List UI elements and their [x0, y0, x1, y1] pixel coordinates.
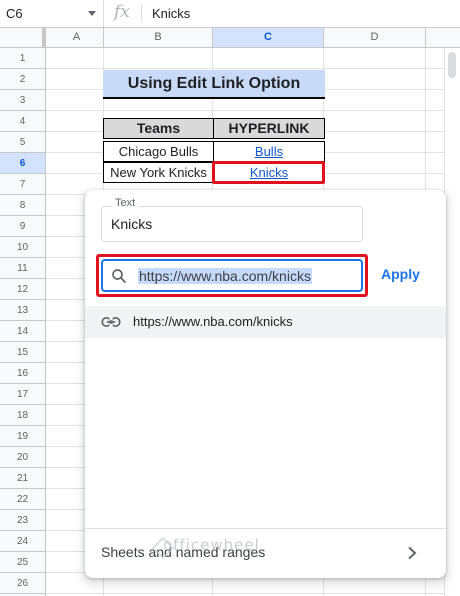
- chevron-right-icon[interactable]: [407, 546, 417, 560]
- row-header-18[interactable]: 18: [0, 405, 45, 426]
- row-header-11[interactable]: 11: [0, 258, 45, 279]
- highlight-box-cell: [212, 161, 325, 184]
- table-header-hyperlink[interactable]: HYPERLINK: [213, 118, 325, 139]
- row-header-22[interactable]: 22: [0, 489, 45, 510]
- sheet-title[interactable]: Using Edit Link Option: [103, 70, 325, 99]
- row-header-bar: 1 2 3 4 5 6 7 8 9 10 11 12 13 14 15 16 17 18 19 20 21 22 23 24 2…: [0, 48, 46, 596]
- row-header-7[interactable]: 7: [0, 174, 45, 195]
- formula-input[interactable]: Knicks: [152, 6, 190, 21]
- edit-link-popup: Text Knicks https://www.nba.com/knicks A…: [85, 190, 446, 578]
- watermark: officewheel: [163, 536, 260, 554]
- row-header-5[interactable]: 5: [0, 132, 45, 153]
- formula-divider: [141, 5, 142, 22]
- row-header-16[interactable]: 16: [0, 363, 45, 384]
- row-header-25[interactable]: 25: [0, 552, 45, 573]
- grid-line: [46, 110, 444, 111]
- apply-button[interactable]: Apply: [381, 266, 420, 282]
- function-icon: fx: [114, 2, 130, 22]
- row-header-10[interactable]: 10: [0, 237, 45, 258]
- row-header-8[interactable]: 8: [0, 195, 45, 216]
- sheets-and-named-ranges-item[interactable]: Sheets and named ranges officewheel: [85, 529, 446, 578]
- row-header-20[interactable]: 20: [0, 447, 45, 468]
- scrollbar-thumb[interactable]: [448, 52, 456, 78]
- table-header-teams[interactable]: Teams: [103, 118, 214, 139]
- link-suggestion-url: https://www.nba.com/knicks: [133, 314, 293, 329]
- column-header-b[interactable]: B: [104, 28, 213, 47]
- name-box[interactable]: C6: [0, 0, 104, 27]
- select-all-corner[interactable]: [0, 28, 46, 47]
- column-header-bar: A B C D: [0, 28, 460, 48]
- hyperlink-bulls[interactable]: Bulls: [255, 144, 283, 159]
- link-text-label: Text: [112, 197, 139, 209]
- row-header-2[interactable]: 2: [0, 69, 45, 90]
- column-header-d[interactable]: D: [324, 28, 426, 47]
- row-header-26[interactable]: 26: [0, 573, 45, 594]
- row-header-15[interactable]: 15: [0, 342, 45, 363]
- column-header-c[interactable]: C: [213, 28, 324, 47]
- row-header-23[interactable]: 23: [0, 510, 45, 531]
- row-header-9[interactable]: 9: [0, 216, 45, 237]
- row-header-24[interactable]: 24: [0, 531, 45, 552]
- row-header-19[interactable]: 19: [0, 426, 45, 447]
- row-header-21[interactable]: 21: [0, 468, 45, 489]
- vertical-scrollbar[interactable]: [444, 48, 460, 596]
- table-cell-team[interactable]: Chicago Bulls: [103, 141, 214, 162]
- link-icon: [101, 317, 121, 327]
- formula-bar: C6 fx Knicks: [0, 0, 460, 28]
- row-header-13[interactable]: 13: [0, 300, 45, 321]
- row-header-1[interactable]: 1: [0, 48, 45, 69]
- row-header-17[interactable]: 17: [0, 384, 45, 405]
- link-suggestion-item[interactable]: https://www.nba.com/knicks: [85, 306, 446, 338]
- row-header-6[interactable]: 6: [0, 153, 45, 174]
- row-header-4[interactable]: 4: [0, 111, 45, 132]
- table-cell-link[interactable]: Bulls: [213, 141, 325, 162]
- table-cell-team[interactable]: New York Knicks: [103, 162, 214, 183]
- highlight-box-url: [96, 254, 368, 297]
- row-header-3[interactable]: 3: [0, 90, 45, 111]
- column-header-a[interactable]: A: [50, 28, 104, 47]
- grid-line: [46, 593, 444, 594]
- row-header-12[interactable]: 12: [0, 279, 45, 300]
- dropdown-caret-icon[interactable]: [88, 11, 96, 16]
- grid-line: [46, 68, 444, 69]
- link-text-field[interactable]: Text Knicks: [101, 197, 363, 242]
- name-box-value: C6: [6, 6, 23, 21]
- link-text-value[interactable]: Knicks: [111, 216, 152, 232]
- row-header-14[interactable]: 14: [0, 321, 45, 342]
